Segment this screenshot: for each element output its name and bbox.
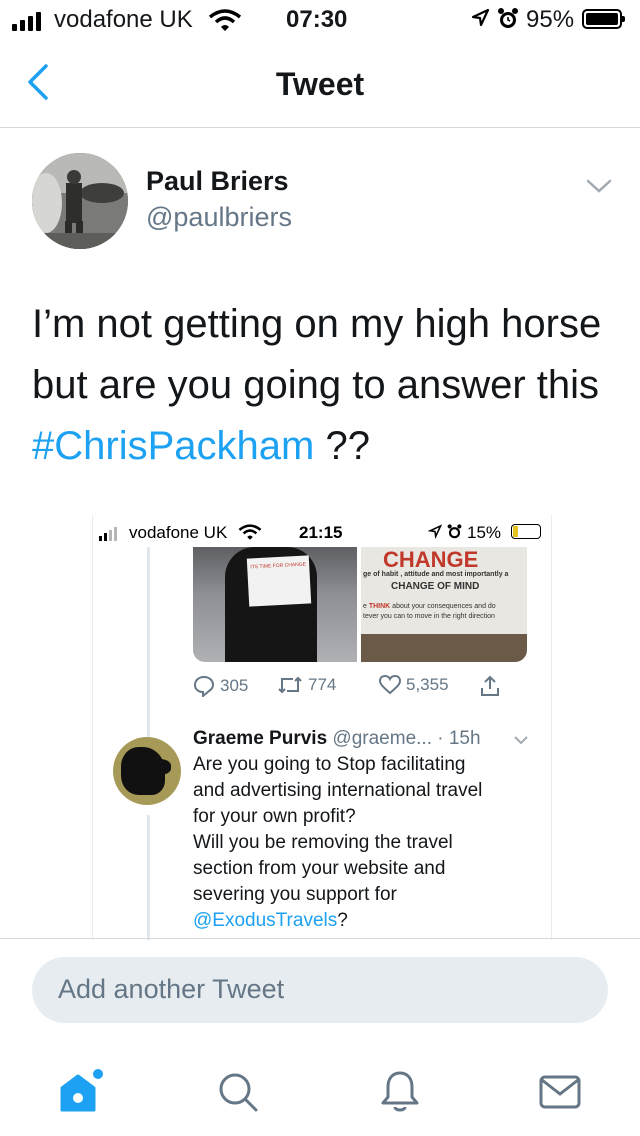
author-handle[interactable]: @paulbriers: [146, 202, 292, 233]
poster-line: tever you can to move in the right direc…: [363, 613, 495, 620]
add-tweet-input[interactable]: Add another Tweet: [32, 957, 608, 1023]
embedded-action-bar: 305 774 5,355: [193, 675, 523, 701]
chevron-down-icon: [514, 736, 528, 745]
avatar[interactable]: [32, 153, 128, 249]
location-icon: [427, 523, 443, 545]
tweet-text-line: I’m not getting on my high horse: [32, 302, 602, 346]
reply-icon: [193, 675, 215, 697]
chevron-down-icon: [586, 179, 612, 193]
heart-icon: [379, 675, 401, 695]
tweet-options-button[interactable]: [584, 174, 614, 198]
status-time: 07:30: [286, 6, 348, 33]
battery-icon: [511, 524, 541, 539]
tweet-text-line: but are you going to answer this: [32, 363, 600, 407]
location-icon: [470, 6, 490, 37]
wifi-icon: [208, 8, 242, 39]
reply-count: 305: [193, 675, 248, 697]
page-title: Tweet: [275, 66, 365, 102]
tab-messages[interactable]: [528, 1060, 592, 1124]
poster-change-heading: CHANGE: [383, 547, 479, 572]
signal-icon: [12, 12, 41, 31]
reply-handle-time: @graeme... · 15h: [332, 728, 481, 749]
sign-text: ITS TIME FOR CHANGE: [250, 561, 307, 571]
tweet-text: I’m not getting on my high horse but are…: [32, 294, 622, 477]
status-bar: vodafone UK 07:30 95%: [0, 0, 640, 40]
reply-header: Graeme Purvis @graeme... · 15h: [193, 728, 528, 750]
alarm-icon: [446, 523, 463, 546]
signal-icon: [99, 527, 117, 541]
retweet-count: 774: [277, 675, 336, 695]
tweet-text-suffix: ??: [314, 424, 370, 468]
author-name[interactable]: Paul Briers: [146, 166, 289, 197]
tab-notifications[interactable]: [368, 1060, 432, 1124]
search-icon: [219, 1073, 258, 1112]
embedded-time: 21:15: [299, 523, 343, 542]
poster-line: CHANGE OF MIND: [391, 581, 480, 592]
reply-avatar: [113, 737, 181, 805]
carrier-label: vodafone UK: [54, 6, 193, 33]
share-icon: [480, 675, 500, 697]
tab-home[interactable]: [48, 1060, 112, 1124]
battery-icon: [582, 9, 625, 29]
bell-icon: [381, 1071, 419, 1112]
retweet-icon: [278, 676, 302, 694]
thread-line: [147, 815, 150, 940]
embedded-battery-percent: 15%: [467, 523, 502, 542]
poster-line: e THINK about your consequences and do: [363, 603, 496, 610]
wifi-icon: [238, 523, 262, 546]
reply-area: Add another Tweet: [0, 938, 640, 1038]
reply-author-name: Graeme Purvis: [193, 728, 328, 749]
mention-link: @ExodusTravels: [193, 910, 338, 931]
embedded-photo-poster: CHANGE ge of habit , attitude and most i…: [361, 547, 527, 662]
mail-icon: [539, 1075, 581, 1109]
embedded-carrier: vodafone UK: [129, 523, 228, 542]
battery-percent: 95%: [526, 6, 575, 33]
poster-line: ge of habit , attitude and most importan…: [363, 571, 509, 578]
like-count: 5,355: [379, 675, 449, 695]
home-icon: [60, 1069, 103, 1112]
embedded-status-bar: vodafone UK 21:15 15%: [93, 515, 551, 547]
reply-text: Are you going to Stop facilitating and a…: [193, 754, 483, 931]
alarm-icon: [496, 6, 520, 39]
thread-line: [147, 547, 150, 737]
nav-bar: Tweet: [0, 40, 640, 128]
embedded-photo-sign: ITS TIME FOR CHANGE: [193, 547, 357, 662]
tab-search[interactable]: [206, 1060, 270, 1124]
hashtag-link[interactable]: #ChrisPackham: [32, 424, 314, 468]
tab-bar: [0, 1040, 640, 1136]
tweet-media-image[interactable]: vodafone UK 21:15 15% ITS TIME FOR CHANG…: [92, 515, 552, 940]
